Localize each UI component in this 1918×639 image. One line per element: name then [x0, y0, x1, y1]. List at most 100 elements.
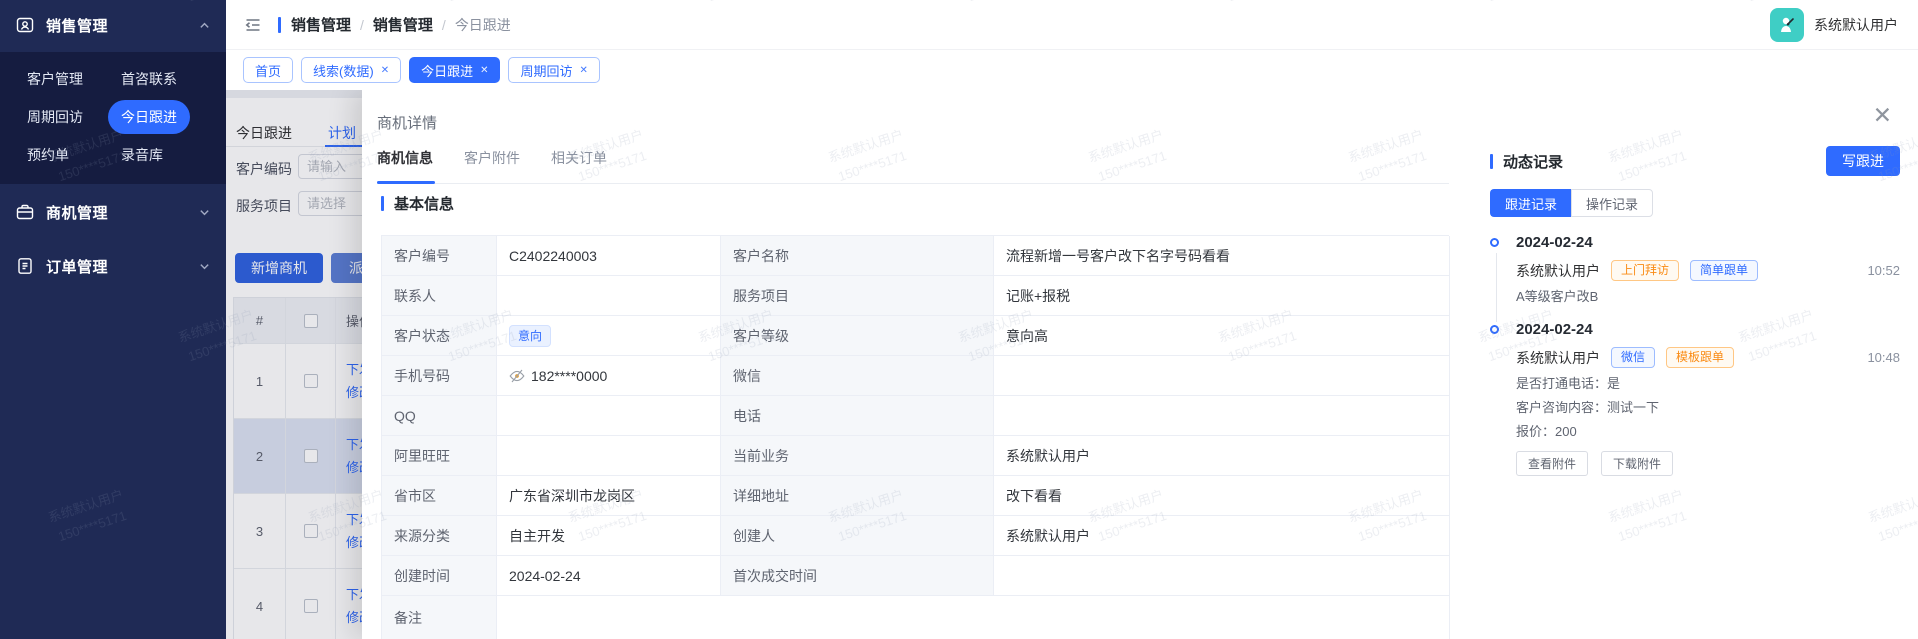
close-icon[interactable]: ✕	[1873, 104, 1892, 127]
field-value-first-deal-time	[994, 556, 1450, 596]
breadcrumb-accent-bar	[278, 17, 281, 33]
tabs-divider	[377, 183, 1449, 184]
close-icon[interactable]: ✕	[480, 65, 488, 76]
field-label: 创建时间	[382, 556, 497, 596]
field-value-creator: 系统默认用户	[994, 516, 1450, 556]
briefcase-icon	[16, 203, 34, 221]
menu-fold-icon[interactable]	[244, 16, 262, 34]
field-value-wechat	[994, 356, 1450, 396]
active-pill: 今日跟进	[108, 100, 190, 134]
field-label: 当前业务	[721, 436, 994, 476]
tab-active-underline	[377, 181, 435, 184]
top-header: 销售管理 / 销售管理 / 今日跟进 系统默认用户	[226, 0, 1918, 50]
record-timeline: 2024-02-24 系统默认用户 上门拜访 简单跟单 10:52 A等级客户改…	[1490, 234, 1900, 492]
sidebar-group-opportunity[interactable]: 商机管理	[0, 198, 226, 226]
sidebar-group-orders[interactable]: 订单管理	[0, 252, 226, 280]
sidebar-item-today-followup[interactable]: 今日跟进	[121, 98, 212, 136]
field-value-customer-status: 意向	[497, 316, 721, 356]
field-label: 阿里旺旺	[382, 436, 497, 476]
user-avatar[interactable]	[1770, 8, 1804, 42]
close-icon[interactable]: ✕	[381, 65, 389, 76]
sidebar-item-cycle-revisit[interactable]: 周期回访	[27, 98, 121, 136]
sidebar: 销售管理 客户管理 首咨联系 周期回访 今日跟进 预约单 录音库 商机管理 订单…	[0, 0, 226, 639]
tab-opportunity-info[interactable]: 商机信息	[377, 148, 433, 168]
chip-label: 周期回访	[520, 61, 572, 80]
field-value-address: 改下看看	[994, 476, 1450, 516]
chip-leads[interactable]: 线索(数据) ✕	[301, 57, 401, 83]
field-label: 首次成交时间	[721, 556, 994, 596]
field-label: 省市区	[382, 476, 497, 516]
field-value-source: 自主开发	[497, 516, 721, 556]
record-time: 10:48	[1867, 350, 1900, 365]
field-value-region: 广东省深圳市龙岗区	[497, 476, 721, 516]
drawer-title: 商机详情	[377, 112, 437, 133]
field-label: 服务项目	[721, 276, 994, 316]
activity-tabs: 跟进记录 操作记录	[1490, 189, 1900, 217]
chip-home[interactable]: 首页	[243, 57, 293, 83]
activity-panel: 动态记录 写跟进 跟进记录 操作记录 2024-02-24 系统默认用户	[1490, 145, 1900, 492]
breadcrumb-separator: /	[442, 17, 446, 33]
chevron-down-icon	[199, 207, 210, 218]
field-value-aliwangwang	[497, 436, 721, 476]
record-time: 10:52	[1867, 263, 1900, 278]
sidebar-item-customer-mgmt[interactable]: 客户管理	[27, 60, 121, 98]
sidebar-group-sales[interactable]: 销售管理	[0, 11, 226, 39]
breadcrumb-separator: /	[360, 17, 364, 33]
field-label: 微信	[721, 356, 994, 396]
sidebar-submenu: 客户管理 首咨联系 周期回访 今日跟进 预约单 录音库	[0, 52, 226, 184]
drawer-tabs: 商机信息 客户附件 相关订单	[377, 148, 607, 168]
breadcrumb-level-2[interactable]: 销售管理	[373, 14, 433, 35]
write-followup-button[interactable]: 写跟进	[1826, 146, 1900, 176]
sidebar-item-appointment[interactable]: 预约单	[27, 136, 121, 174]
field-value-create-time: 2024-02-24	[497, 556, 721, 596]
field-label: 客户名称	[721, 236, 994, 276]
chip-label: 首页	[255, 61, 281, 80]
avatar-figure-icon	[1776, 14, 1798, 36]
download-attachment-button[interactable]: 下载附件	[1601, 451, 1673, 476]
record-content: 客户咨询内容：测试一下	[1516, 399, 1900, 416]
chevron-down-icon	[199, 261, 210, 272]
record-user: 系统默认用户	[1516, 348, 1600, 368]
breadcrumb-level-1[interactable]: 销售管理	[291, 14, 351, 35]
field-label: 联系人	[382, 276, 497, 316]
field-label: 电话	[721, 396, 994, 436]
chip-label: 线索(数据)	[313, 61, 374, 80]
view-attachment-button[interactable]: 查看附件	[1516, 451, 1588, 476]
basic-info-table: 客户编号 C2402240003 客户名称 流程新增一号客户改下名字号码看看 联…	[381, 235, 1449, 639]
sidebar-group-label: 订单管理	[46, 256, 187, 277]
field-label: 客户等级	[721, 316, 994, 356]
sidebar-item-first-contact[interactable]: 首咨联系	[121, 60, 212, 98]
section-accent-bar	[1490, 154, 1493, 169]
section-accent-bar	[381, 196, 384, 211]
document-icon	[16, 257, 34, 275]
timeline-dot	[1490, 238, 1499, 247]
tab-operation-records[interactable]: 操作记录	[1571, 189, 1653, 217]
sidebar-group-label: 销售管理	[46, 15, 187, 36]
tab-related-orders[interactable]: 相关订单	[551, 148, 607, 168]
chip-today-followup[interactable]: 今日跟进✕	[409, 57, 500, 83]
timeline-dot	[1490, 325, 1499, 334]
status-badge: 意向	[509, 325, 551, 347]
tab-chips-bar: 首页 线索(数据) ✕ 今日跟进✕ 周期回访 ✕	[226, 50, 1918, 90]
field-value-qq	[497, 396, 721, 436]
field-value-current-business: 系统默认用户	[994, 436, 1450, 476]
field-label: 创建人	[721, 516, 994, 556]
user-name[interactable]: 系统默认用户	[1814, 15, 1898, 35]
sidebar-item-recording-lib[interactable]: 录音库	[121, 136, 212, 174]
chevron-up-icon	[199, 20, 210, 31]
opportunity-detail-drawer: 商机详情 ✕ 商机信息 客户附件 相关订单 基本信息 客户编号 C2402240…	[362, 90, 1918, 639]
record-tag: 模板跟单	[1666, 347, 1734, 368]
chip-cycle-revisit[interactable]: 周期回访 ✕	[508, 57, 599, 83]
eye-off-icon[interactable]	[509, 368, 525, 384]
field-label: 客户状态	[382, 316, 497, 356]
record-content: 是否打通电话：是	[1516, 375, 1900, 392]
tab-followup-records[interactable]: 跟进记录	[1490, 189, 1571, 217]
field-label: 手机号码	[382, 356, 497, 396]
field-label: 详细地址	[721, 476, 994, 516]
tab-customer-attachments[interactable]: 客户附件	[464, 148, 520, 168]
record-tag: 简单跟单	[1690, 260, 1758, 281]
activity-title: 动态记录	[1503, 151, 1563, 172]
field-label: 客户编号	[382, 236, 497, 276]
close-icon[interactable]: ✕	[580, 65, 588, 76]
app-window: 销售管理 客户管理 首咨联系 周期回访 今日跟进 预约单 录音库 商机管理 订单…	[0, 0, 1918, 639]
